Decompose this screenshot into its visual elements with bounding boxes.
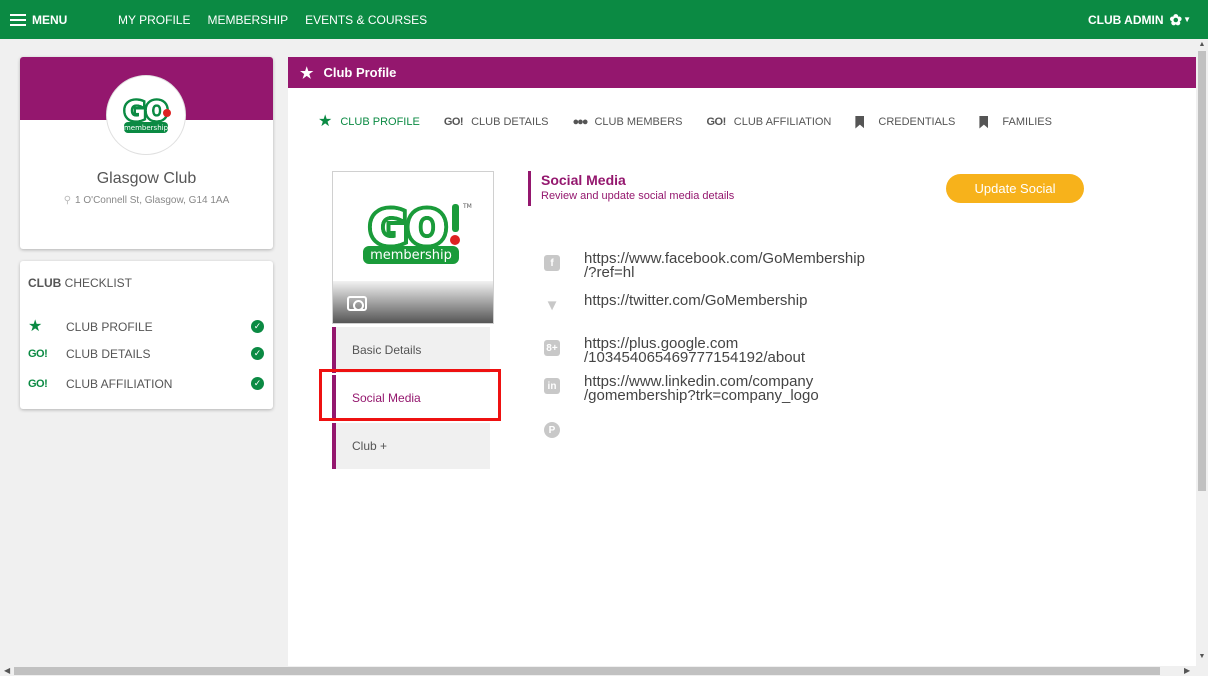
social-row-twitter: ▼ https://twitter.com/GoMembership: [544, 293, 964, 314]
social-row-facebook: f https://www.facebook.com/GoMembership …: [544, 251, 964, 280]
club-admin-label: CLUB ADMIN: [1087, 12, 1164, 27]
checklist-item-club-details[interactable]: GO! CLUB DETAILS ✓: [28, 344, 264, 364]
vertical-scrollbar[interactable]: ▲ ▼: [1196, 39, 1208, 666]
star-icon: ★: [28, 318, 43, 335]
club-checklist: CLUB CHECKLIST ★ CLUB PROFILE ✓ GO! CLUB…: [20, 261, 273, 409]
google-plus-url[interactable]: https://plus.google.com /103454065469777…: [584, 336, 964, 365]
go-icon: GO!: [28, 378, 48, 390]
club-logo: GO GO membership: [106, 75, 186, 155]
hamburger-icon: [10, 13, 26, 26]
go-membership-logo: GO GO membership TM: [363, 200, 472, 264]
people-icon: ●●●: [572, 116, 589, 128]
checklist-item-label: CLUB DETAILS: [66, 347, 151, 361]
check-icon: ✓: [251, 377, 264, 390]
social-row-google-plus: 8+ https://plus.google.com /103454065469…: [544, 336, 964, 365]
go-membership-logo: GO GO membership: [122, 95, 171, 133]
club-photo[interactable]: GO GO membership TM: [332, 171, 494, 324]
facebook-url[interactable]: https://www.facebook.com/GoMembership /?…: [584, 251, 964, 280]
checklist-title: CLUB CHECKLIST: [28, 276, 133, 290]
tab-club-details[interactable]: GO! CLUB DETAILS: [444, 116, 549, 128]
club-profile-panel: ★ Club Profile ★ CLUB PROFILE GO! CLUB D…: [288, 57, 1196, 666]
tab-label: CLUB AFFILIATION: [733, 116, 832, 128]
bookmark-icon: [855, 115, 865, 129]
star-icon: ★: [318, 113, 333, 130]
svg-text:TM: TM: [462, 203, 472, 210]
nav-my-profile[interactable]: MY PROFILE: [118, 13, 190, 27]
tab-club-profile[interactable]: ★ CLUB PROFILE: [318, 114, 420, 130]
tab-label: CLUB MEMBERS: [594, 116, 683, 128]
checklist-item-label: CLUB AFFILIATION: [66, 377, 173, 391]
panel-header: ★ Club Profile: [288, 57, 1196, 88]
svg-text:membership: membership: [124, 124, 169, 132]
bookmark-icon: [979, 115, 989, 129]
tab-credentials[interactable]: CREDENTIALS: [855, 115, 956, 129]
google-plus-icon: 8+: [544, 340, 560, 356]
scrollbar-thumb[interactable]: [14, 667, 1160, 675]
go-icon: GO!: [28, 348, 48, 360]
linkedin-icon: in: [544, 378, 560, 394]
checklist-item-club-profile[interactable]: ★ CLUB PROFILE ✓: [28, 317, 264, 337]
pinterest-icon: P: [544, 422, 560, 438]
selection-highlight: [319, 369, 501, 421]
scrollbar-thumb[interactable]: [1198, 51, 1206, 491]
club-address-text: 1 O'Connell St, Glasgow, G14 1AA: [75, 195, 230, 206]
top-nav-bar: MENU MY PROFILE MEMBERSHIP EVENTS & COUR…: [0, 0, 1208, 39]
menu-label: MENU: [32, 12, 68, 27]
tab-families[interactable]: FAMILIES: [979, 115, 1052, 129]
club-address: ⚲ 1 O'Connell St, Glasgow, G14 1AA: [20, 195, 273, 206]
gear-icon: ✿: [1169, 11, 1183, 29]
scroll-down-icon[interactable]: ▼: [1196, 653, 1208, 660]
profile-tabs: ★ CLUB PROFILE GO! CLUB DETAILS ●●● CLUB…: [318, 114, 1076, 130]
checklist-item-label: CLUB PROFILE: [66, 320, 153, 334]
chevron-down-icon: ▼: [1183, 15, 1191, 24]
check-icon: ✓: [251, 347, 264, 360]
social-media-section-header: Social Media Review and update social me…: [528, 171, 734, 206]
menu-button[interactable]: MENU: [0, 13, 100, 27]
star-icon: ★: [300, 64, 314, 82]
check-icon: ✓: [251, 320, 264, 333]
tab-label: CLUB DETAILS: [471, 116, 549, 128]
scroll-up-icon[interactable]: ▲: [1196, 41, 1208, 48]
club-name: Glasgow Club: [96, 170, 197, 187]
club-admin-menu[interactable]: CLUB ADMIN ✿ ▼: [1088, 0, 1191, 39]
tab-label: CREDENTIALS: [878, 116, 956, 128]
tab-club-members[interactable]: ●●● CLUB MEMBERS: [573, 116, 683, 128]
twitter-icon: ▼: [544, 296, 560, 314]
tab-club-affiliation[interactable]: GO! CLUB AFFILIATION: [707, 116, 832, 128]
side-item-club-plus[interactable]: Club +: [332, 423, 490, 469]
tab-label: CLUB PROFILE: [340, 116, 420, 128]
nav-membership[interactable]: MEMBERSHIP: [207, 13, 288, 27]
club-summary-card: GO GO membership Glasgow Club ⚲ 1 O'Conne…: [20, 57, 273, 249]
scroll-right-icon[interactable]: ▶: [1184, 666, 1190, 675]
camera-icon[interactable]: [347, 296, 367, 311]
location-pin-icon: ⚲: [63, 195, 72, 206]
section-title: Social Media: [541, 172, 626, 188]
horizontal-scrollbar[interactable]: ◀ ▶: [0, 666, 1196, 676]
facebook-icon: f: [544, 255, 560, 271]
side-item-basic-details[interactable]: Basic Details: [332, 327, 490, 373]
scroll-left-icon[interactable]: ◀: [4, 666, 10, 675]
update-social-button[interactable]: Update Social: [946, 174, 1084, 203]
twitter-url[interactable]: https://twitter.com/GoMembership: [584, 293, 964, 308]
section-subtitle: Review and update social media details: [541, 190, 735, 202]
social-row-pinterest: P: [544, 419, 560, 438]
go-icon: GO!: [443, 116, 464, 128]
social-row-linkedin: in https://www.linkedin.com/company /gom…: [544, 374, 964, 403]
nav-events-courses[interactable]: EVENTS & COURSES: [305, 13, 427, 27]
tab-label: FAMILIES: [1002, 116, 1052, 128]
go-icon: GO!: [706, 116, 727, 128]
panel-title: Club Profile: [323, 65, 397, 80]
linkedin-url[interactable]: https://www.linkedin.com/company /gomemb…: [584, 374, 964, 403]
checklist-item-club-affiliation[interactable]: GO! CLUB AFFILIATION ✓: [28, 374, 264, 394]
svg-text:membership: membership: [370, 248, 452, 263]
